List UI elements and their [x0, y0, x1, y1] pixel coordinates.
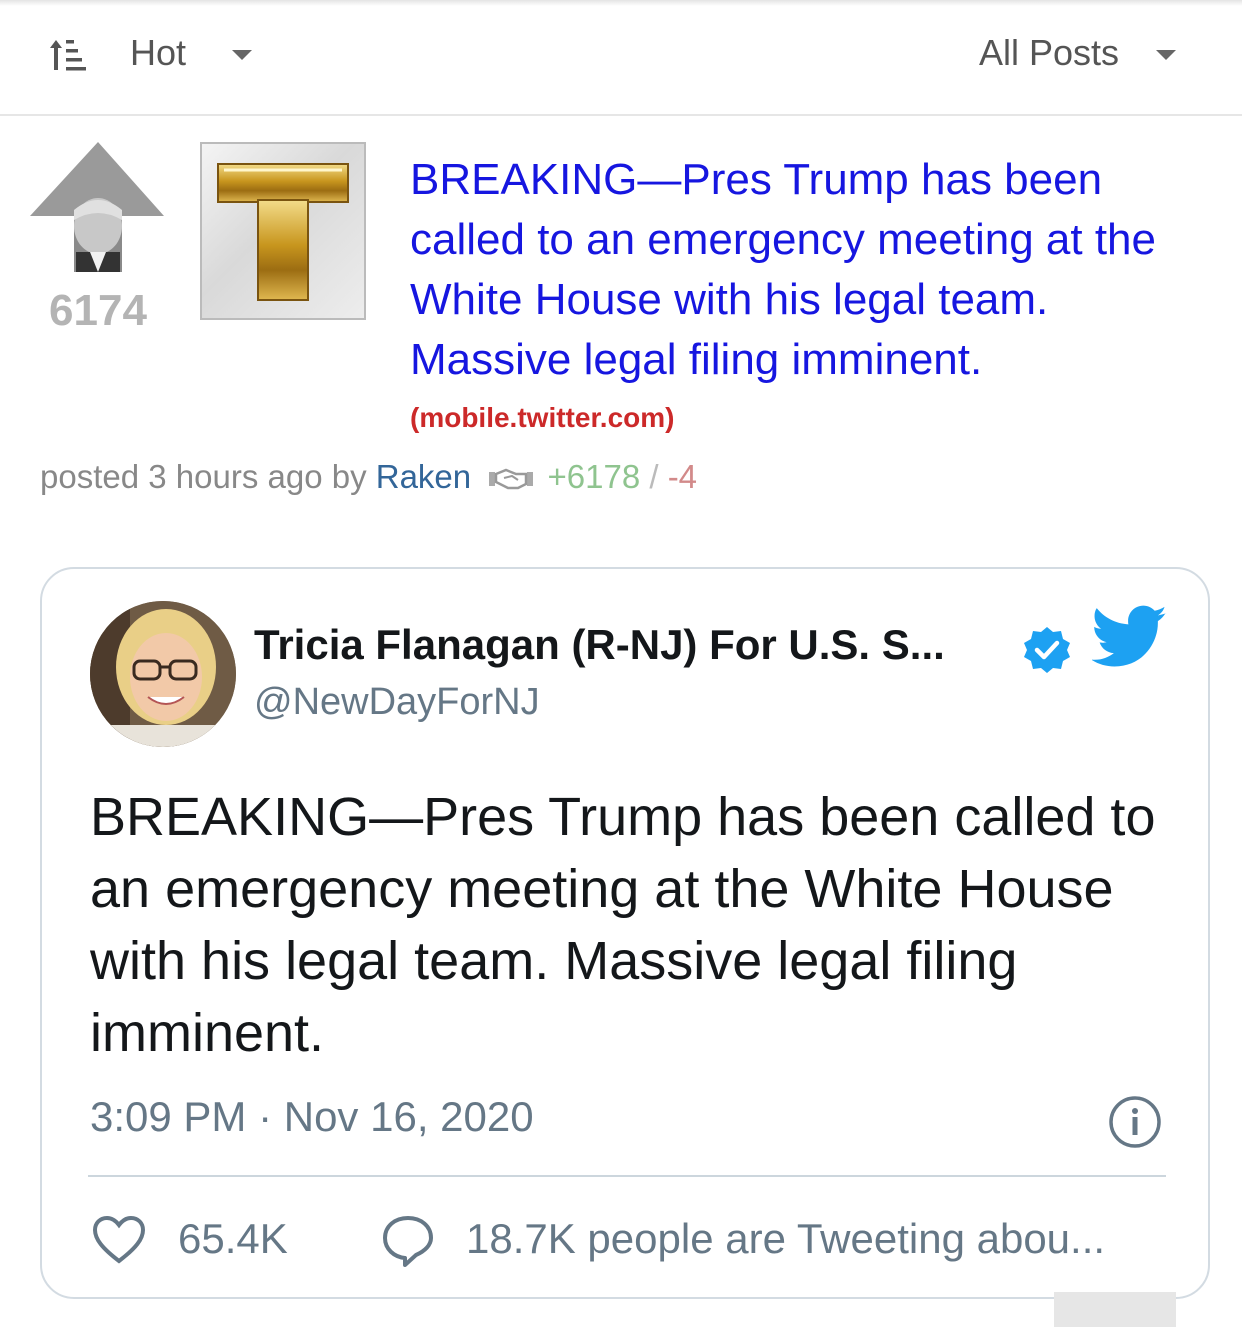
handshake-icon [489, 468, 534, 490]
chevron-down-icon[interactable] [232, 50, 252, 60]
post-title-link[interactable]: BREAKING—Pres Trump has been called to a… [410, 150, 1210, 390]
downvote-count: -4 [667, 458, 698, 495]
post-meta: posted 3 hours ago by Raken +6178 / -4 [40, 458, 697, 496]
post-domain[interactable]: (mobile.twitter.com) [410, 402, 674, 434]
sort-dropdown[interactable]: Hot [130, 32, 186, 74]
reply-bubble-icon[interactable] [380, 1213, 436, 1269]
like-count[interactable]: 65.4K [178, 1215, 288, 1263]
avatar[interactable] [90, 601, 236, 747]
vote-area: 6174 [30, 140, 166, 340]
tweeting-about-link[interactable]: 18.7K people are Tweeting abou... [466, 1215, 1105, 1263]
tweet-timestamp[interactable]: 3:09 PM · Nov 16, 2020 [90, 1093, 534, 1141]
info-icon[interactable] [1108, 1095, 1162, 1149]
post-time: posted 3 hours ago by [40, 458, 367, 495]
sort-filter-bar: Hot All Posts [0, 0, 1242, 116]
upvote-count: +6178 [547, 458, 641, 495]
verified-badge-icon [1024, 627, 1070, 673]
tweet-divider [88, 1175, 1166, 1177]
chevron-down-icon[interactable] [1156, 50, 1176, 60]
avatar-photo [90, 601, 236, 747]
twitter-bird-icon[interactable] [1092, 605, 1168, 669]
vote-separator: / [649, 458, 659, 495]
scroll-indicator [1054, 1292, 1176, 1327]
upvote-icon[interactable] [30, 140, 166, 272]
post-score: 6174 [49, 286, 147, 335]
heart-icon[interactable] [92, 1215, 146, 1265]
tweet-text: BREAKING—Pres Trump has been called to a… [90, 787, 1156, 1063]
tweet-handle[interactable]: @NewDayForNJ [254, 681, 540, 724]
top-shadow [0, 0, 1242, 6]
sort-icon[interactable] [48, 36, 88, 72]
author-link[interactable]: Raken [376, 458, 471, 495]
post-thumbnail[interactable] [200, 142, 366, 320]
tweet-display-name[interactable]: Tricia Flanagan (R-NJ) For U.S. S... [254, 621, 945, 669]
embedded-tweet[interactable]: Tricia Flanagan (R-NJ) For U.S. S... @Ne… [40, 567, 1210, 1299]
gold-t-logo [217, 163, 349, 301]
filter-dropdown[interactable]: All Posts [979, 32, 1119, 74]
